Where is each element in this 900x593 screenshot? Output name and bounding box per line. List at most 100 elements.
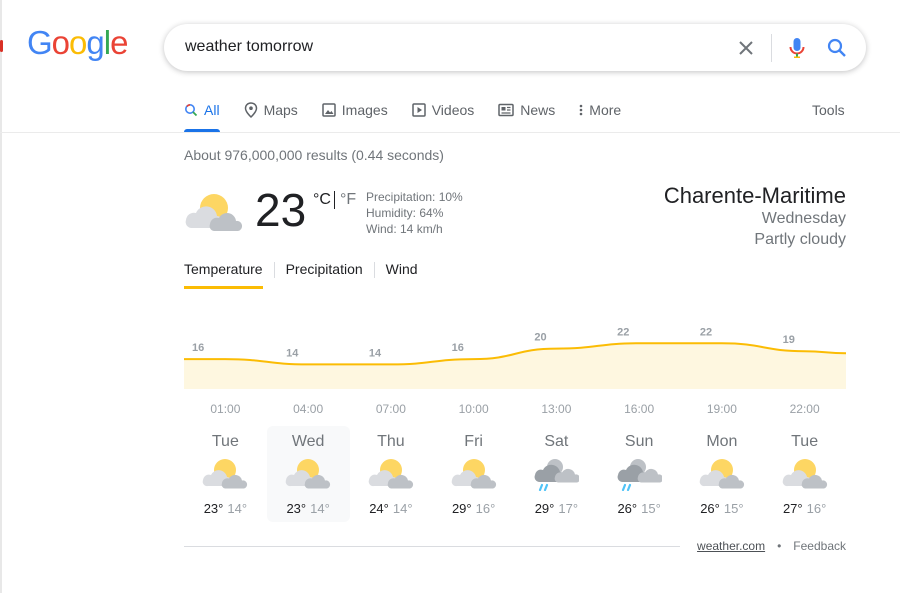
tab-news[interactable]: News <box>498 100 555 120</box>
chart-tab-wind[interactable]: Wind <box>386 261 418 289</box>
forecast-day-name: Tue <box>211 433 239 450</box>
partly-cloudy-icon <box>368 457 414 496</box>
search-divider <box>771 34 772 62</box>
tools-button[interactable]: Tools <box>812 102 845 118</box>
current-temperature: 23 <box>255 184 307 236</box>
more-vertical-icon <box>579 104 583 116</box>
partly-cloudy-icon <box>202 457 248 496</box>
forecast-low: 16° <box>475 501 496 516</box>
forecast-day[interactable]: Mon 26° 15° <box>681 426 764 522</box>
image-icon <box>322 103 336 117</box>
forecast-temps: 26° 15° <box>598 501 681 516</box>
weather-source-link[interactable]: weather.com <box>697 539 765 553</box>
google-logo[interactable]: Google <box>27 24 128 61</box>
unit-celsius[interactable]: °C <box>313 191 331 209</box>
forecast-high: 24° <box>369 501 389 516</box>
logo-letter: g <box>86 24 104 61</box>
feedback-link[interactable]: Feedback <box>793 539 846 553</box>
chart-tab-temperature[interactable]: Temperature <box>184 261 263 289</box>
tab-label: All <box>204 102 220 118</box>
tab-label: More <box>589 102 622 118</box>
logo-letter: o <box>51 24 70 61</box>
data-label: 22 <box>700 326 712 338</box>
tab-all[interactable]: All <box>184 100 220 120</box>
x-tick-label: 01:00 <box>210 402 240 416</box>
result-stats: About 976,000,000 results (0.44 seconds) <box>184 147 444 163</box>
map-pin-icon <box>244 102 257 118</box>
x-tick-label: 10:00 <box>459 402 489 416</box>
footer-separator: • <box>777 539 782 553</box>
logo-letter: o <box>69 24 87 61</box>
forecast-day-name: Fri <box>464 433 483 450</box>
search-button[interactable] <box>824 35 850 61</box>
voice-search-button[interactable] <box>784 35 810 61</box>
x-tick-label: 13:00 <box>541 402 571 416</box>
temperature-chart[interactable]: 16 14 14 16 20 22 22 19 01:00 04:00 07:00 10:00 13:0… <box>184 322 846 422</box>
forecast-day[interactable]: Sun 26° 15° <box>598 426 681 522</box>
forecast-day[interactable]: Tue 23° 14° <box>184 426 267 522</box>
rain-icon <box>533 457 581 496</box>
forecast-high: 23° <box>203 501 224 516</box>
forecast-day[interactable]: Tue 27° 16° <box>763 426 846 522</box>
wind-text: Wind: 14 km/h <box>366 222 443 236</box>
forecast-day[interactable]: Sat 29° 17° <box>515 426 598 522</box>
chart-tabs: Temperature Precipitation Wind <box>184 261 418 289</box>
tabs-divider <box>0 132 900 133</box>
forecast-low: 15° <box>641 501 661 516</box>
partly-cloudy-icon <box>285 457 331 496</box>
logo-letter: G <box>27 24 53 61</box>
unit-fahrenheit[interactable]: °F <box>340 191 356 209</box>
x-tick-label: 16:00 <box>624 402 654 416</box>
chart-tab-divider <box>373 262 375 278</box>
data-label: 14 <box>286 347 299 359</box>
forecast-day[interactable]: Thu 24° 14° <box>350 426 433 522</box>
temperature-area <box>184 343 846 389</box>
forecast-day[interactable]: Fri 29° 16° <box>432 426 515 522</box>
partly-cloudy-icon <box>184 190 244 241</box>
x-tick-label: 07:00 <box>376 402 406 416</box>
data-label: 22 <box>617 326 629 338</box>
weather-condition: Partly cloudy <box>754 231 846 248</box>
forecast-temps: 27° 16° <box>763 501 846 516</box>
forecast-low: 17° <box>558 501 579 516</box>
weather-location: Charente-Maritime <box>663 183 846 208</box>
search-box[interactable]: weather tomorrow <box>164 24 866 71</box>
video-icon <box>411 103 426 117</box>
forecast-temps: 23° 14° <box>267 501 350 516</box>
precipitation-text: Precipitation: 10% <box>366 190 463 204</box>
forecast-temps: 26° 15° <box>681 501 764 516</box>
partly-cloudy-icon <box>782 457 828 496</box>
tab-label: Images <box>341 102 388 118</box>
edge-marker <box>0 40 3 52</box>
microphone-icon <box>789 38 805 58</box>
chart-tab-divider <box>273 262 275 278</box>
tab-videos[interactable]: Videos <box>411 100 475 120</box>
logo-letter: e <box>110 24 128 61</box>
search-input[interactable]: weather tomorrow <box>185 38 313 56</box>
chart-tab-precipitation[interactable]: Precipitation <box>286 261 363 289</box>
forecast-high: 29° <box>451 501 472 516</box>
daily-forecast: Tue 23° 14° Wed 23° 14° Thu 24° 14° Fri 29° 16° Sat 2… <box>184 426 846 522</box>
search-icon <box>827 38 846 57</box>
forecast-high: 29° <box>534 501 555 516</box>
search-icon <box>185 104 198 117</box>
partly-cloudy-icon <box>451 457 497 496</box>
footer-divider <box>184 546 680 547</box>
tab-more[interactable]: More <box>579 100 621 120</box>
news-icon <box>498 103 515 117</box>
forecast-day-name: Thu <box>377 433 405 450</box>
tab-label: News <box>520 102 556 118</box>
forecast-day[interactable]: Wed 23° 14° <box>266 426 350 522</box>
x-tick-label: 19:00 <box>707 402 737 416</box>
weather-details: Precipitation: 10% Humidity: 64% Wind: 1… <box>366 189 463 237</box>
data-label: 20 <box>534 332 546 344</box>
window-edge <box>0 0 2 593</box>
clear-search-button[interactable] <box>734 36 758 60</box>
forecast-day-name: Mon <box>706 433 738 450</box>
forecast-day-name: Tue <box>791 433 819 450</box>
tab-maps[interactable]: Maps <box>244 100 298 120</box>
forecast-day-name: Sun <box>624 433 654 450</box>
tab-images[interactable]: Images <box>322 100 388 120</box>
tab-label: Videos <box>431 102 475 118</box>
data-label: 16 <box>192 342 204 354</box>
